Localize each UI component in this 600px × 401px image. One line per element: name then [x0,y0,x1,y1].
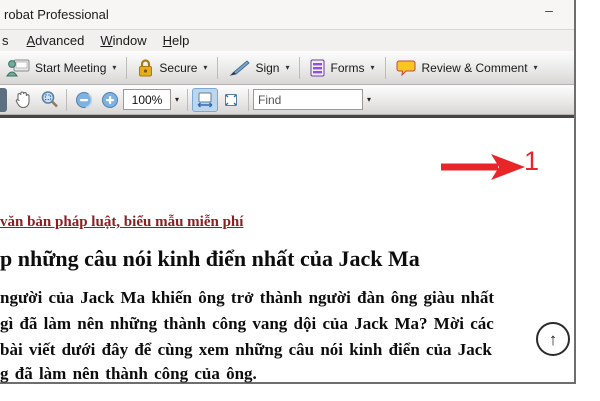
document-body-line: bài viết dưới đây để cùng xem những câu … [0,340,492,359]
comment-bubble-icon [396,59,417,77]
toolbar-separator [66,88,67,111]
document-hyperlink[interactable]: văn bản pháp luật, biểu mẫu miễn phí [0,214,243,231]
start-meeting-person-icon [6,59,30,77]
up-arrow-icon: ↑ [548,329,558,349]
page-toolbar: 100% ▾ ▾ [0,85,574,115]
toolbar-separator [126,56,128,79]
secure-label: Secure [159,60,198,75]
lock-icon [137,58,154,77]
annotation-number: 1 [524,146,540,176]
toolbar-separator [299,56,301,79]
menu-item-tools-partial[interactable]: s [0,31,19,50]
start-meeting-button[interactable]: Start Meeting ▾ [0,56,122,80]
document-body-line: g đã làm nên thành công của ông. [0,364,257,383]
document-heading: p những câu nói kinh điển nhất của Jack … [0,246,420,271]
fit-width-button[interactable] [192,87,219,112]
minimize-button[interactable]: – [536,3,562,21]
dropdown-arrow-icon: ▾ [370,63,375,72]
sign-label: Sign [255,60,280,75]
dropdown-arrow-icon: ▾ [112,63,117,72]
menu-item-window[interactable]: Window [92,31,154,50]
forms-button[interactable]: Forms ▾ [304,56,380,80]
toolbar-separator [248,88,250,111]
dropdown-arrow-icon: ▾ [533,63,538,72]
zoom-marquee-tool-button[interactable] [36,88,62,112]
hand-icon [14,90,32,109]
zoom-in-button[interactable] [97,88,123,112]
toolbar-separator [384,56,386,79]
find-group: ▾ [253,89,375,110]
acrobat-window: robat Professional – s Advanced Window H… [0,0,576,384]
sign-button[interactable]: Sign ▾ [222,56,295,80]
review-comment-label: Review & Comment [421,60,528,75]
red-arrow-annotation-icon [441,152,525,187]
document-body-line: gì đã làm nên những thành công vang dội … [0,314,494,333]
zoom-out-icon [75,91,93,109]
select-tool-button-partial[interactable] [0,87,7,112]
pen-icon [228,59,251,77]
document-body-line: người của Jack Ma khiến ông trở thành ng… [0,288,494,307]
zoom-in-icon [101,91,119,109]
zoom-out-button[interactable] [71,88,97,112]
toolbar-separator [187,88,189,111]
dropdown-arrow-icon: ▾ [285,63,290,72]
review-comment-button[interactable]: Review & Comment ▾ [390,56,544,79]
fit-page-icon [223,92,239,108]
hand-tool-button[interactable] [10,88,36,112]
secure-button[interactable]: Secure ▾ [131,56,213,80]
menu-bar: s Advanced Window Help [0,29,574,51]
title-bar: robat Professional – [0,0,574,29]
scroll-to-top-button[interactable]: ↑ [536,322,570,356]
start-meeting-label: Start Meeting [35,60,107,75]
window-title: robat Professional [4,7,109,22]
zoom-level-field[interactable]: 100% [123,89,171,110]
menu-item-help[interactable]: Help [155,31,198,50]
menu-item-advanced[interactable]: Advanced [19,31,93,50]
toolbar-separator [217,56,219,79]
document-page: 1 văn bản pháp luật, biểu mẫu miễn phí p… [0,118,574,383]
dropdown-arrow-icon: ▾ [203,63,208,72]
main-toolbar: Start Meeting ▾ Secure ▾ Sign ▾ Forms ▾ … [0,51,574,85]
fit-page-button[interactable] [218,88,244,112]
zoom-dropdown-arrow-icon[interactable]: ▾ [171,95,183,104]
forms-label: Forms [330,60,365,75]
magnifier-icon [40,90,59,109]
find-dropdown-arrow-icon[interactable]: ▾ [363,95,375,104]
find-input[interactable] [253,89,364,110]
fit-width-icon [197,92,213,108]
forms-icon [310,59,325,77]
